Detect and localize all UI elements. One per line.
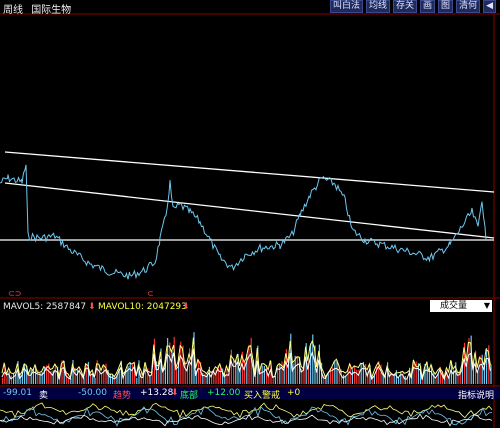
volume-bar (296, 356, 298, 384)
volume-bar (233, 358, 235, 384)
volume-bar (24, 363, 26, 384)
main-chart[interactable]: ⊂⊃ ⊂ (0, 0, 500, 428)
volume-bar (2, 377, 4, 384)
indicator-select[interactable]: 成交量 ▼ (430, 300, 492, 312)
volume-bar (244, 361, 246, 384)
volume-bar (336, 360, 338, 384)
volume-bar (261, 365, 263, 384)
volume-indicator-row: MAVOL5: 2587847 ⬇ MAVOL10: 2047293 ⬇ (0, 300, 500, 314)
volume-bar (389, 372, 391, 384)
volume-bar (197, 359, 199, 384)
mavol10-value: MAVOL10: 2047293 (98, 302, 187, 312)
volume-bar (351, 369, 353, 384)
toolbar-button-clear[interactable]: 清何 (456, 0, 481, 13)
label-buy-alert: 买入警戒 (244, 391, 281, 401)
back-arrow-icon[interactable]: ◀ (483, 0, 496, 13)
volume-bar (354, 365, 356, 384)
volume-bar (292, 363, 294, 384)
volume-bar (486, 348, 488, 384)
value-4: +12.00 (207, 388, 241, 398)
volume-bar (13, 373, 15, 384)
bottom-indicator-lines (0, 402, 493, 427)
volume-bar (184, 361, 186, 384)
volume-bar (255, 376, 257, 384)
chevron-down-icon: ▼ (483, 301, 490, 310)
volume-bar (109, 373, 111, 384)
volume-bar (360, 364, 362, 384)
value-2: -50.00 (78, 388, 108, 398)
value-1: -99.01 (3, 388, 33, 398)
volume-bar (8, 371, 10, 384)
trend-line-middle (4, 182, 495, 239)
top-toolbar: 周线 国际生物 叫白法 均线 存关 画 图 清何 ◀ (0, 0, 500, 16)
marker-right: ⊂ (147, 289, 154, 298)
volume-bar (479, 355, 481, 384)
volume-bar (263, 366, 265, 384)
price-line (0, 164, 487, 280)
volume-bar (373, 375, 375, 384)
toolbar-button-draw[interactable]: 画 (420, 0, 436, 13)
volume-bar (72, 360, 74, 384)
volume-bar (310, 343, 312, 384)
volume-bar (230, 349, 232, 384)
marker-left: ⊂⊃ (8, 289, 21, 298)
chart-title: 周线 国际生物 (3, 1, 76, 16)
volume-bar (415, 361, 417, 384)
indicator-help-link[interactable]: 指标说明 (458, 388, 494, 401)
volume-bar (281, 361, 283, 384)
volume-bar (76, 369, 78, 384)
volume-bar (129, 362, 131, 384)
toolbar-button-save[interactable]: 存关 (393, 0, 418, 13)
volume-bar (457, 371, 459, 384)
volume-bar (279, 364, 281, 384)
volume-bar (248, 344, 250, 384)
volume-bar (10, 375, 12, 384)
volume-bar (226, 368, 228, 384)
toolbar-button-ma[interactable]: 均线 (366, 0, 391, 13)
volume-bar (345, 376, 347, 384)
toolbar-button-1[interactable]: 叫白法 (329, 0, 363, 13)
volume-bar (94, 378, 96, 384)
volume-bar (343, 374, 345, 384)
stock-name: 国际生物 (31, 5, 72, 16)
bottom-indicator-row: -99.01 卖 -50.00 趋势 +13.28 ⬇ 底部 +12.00 买入… (0, 387, 500, 401)
value-5: +0 (287, 388, 301, 398)
volume-bars (2, 332, 492, 384)
volume-bar (404, 376, 406, 384)
period-label[interactable]: 周线 (3, 5, 23, 16)
volume-bar (114, 376, 116, 384)
volume-bar (274, 376, 276, 384)
volume-bar (101, 372, 103, 384)
label-trend: 趋势 (113, 391, 132, 401)
trend-line-upper (4, 151, 495, 193)
down-arrow-icon-3: ⬇ (171, 388, 179, 398)
volume-bar (103, 364, 105, 384)
label-bottom: 底部 (180, 391, 199, 401)
indicator-select-value: 成交量 (440, 301, 468, 311)
volume-bar (400, 371, 402, 384)
volume-bar (54, 363, 56, 384)
volume-bar (334, 360, 336, 384)
volume-bar (433, 371, 435, 384)
volume-bar (131, 364, 133, 384)
bottom-indicator-line (0, 413, 493, 427)
label-sell: 卖 (39, 391, 49, 401)
toolbar-button-chart[interactable]: 图 (438, 0, 454, 13)
volume-bar (136, 377, 138, 384)
volume-bar (140, 373, 142, 384)
volume-bar (413, 361, 415, 384)
down-arrow-icon: ⬇ (88, 302, 96, 312)
toolbar-buttons: 叫白法 均线 存关 画 图 清何 ◀ (329, 0, 496, 13)
volume-bar (127, 366, 129, 384)
volume-bar (112, 375, 114, 384)
volume-bar (30, 370, 32, 384)
volume-bar (85, 364, 87, 384)
volume-bar (356, 369, 358, 384)
down-arrow-icon-2: ⬇ (182, 302, 190, 312)
volume-bar (490, 364, 492, 384)
value-3: +13.28 (140, 388, 174, 398)
volume-bar (272, 377, 274, 384)
mavol5-value: MAVOL5: 2587847 (3, 302, 87, 312)
volume-bar (167, 338, 169, 384)
